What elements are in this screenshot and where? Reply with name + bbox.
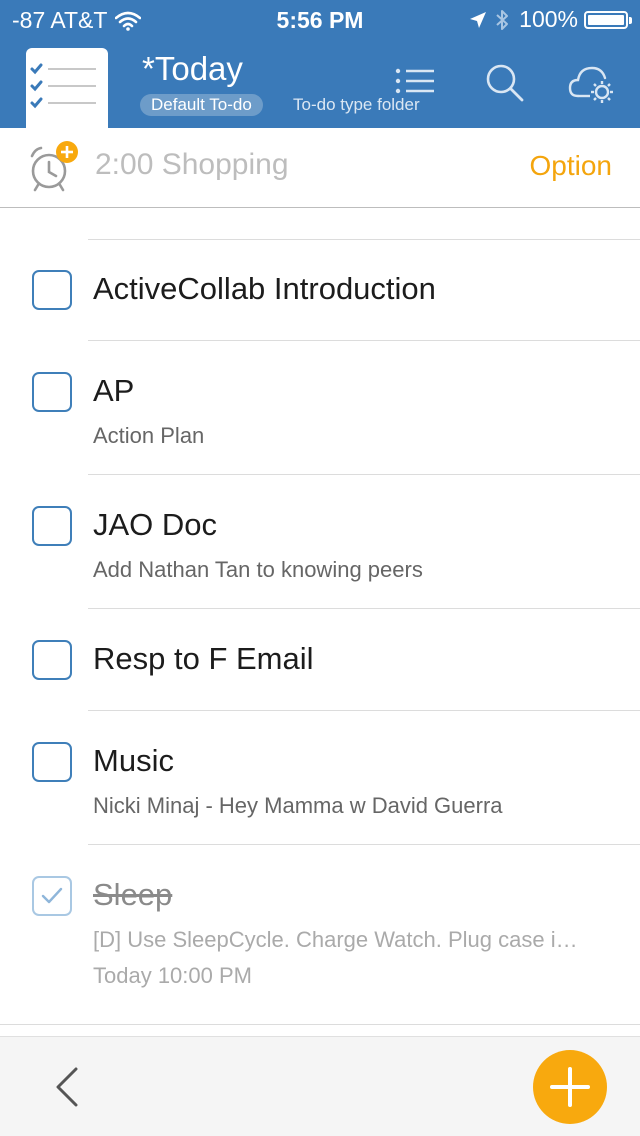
- task-row[interactable]: JAO Doc Add Nathan Tan to knowing peers: [0, 475, 640, 609]
- task-checkbox-checked[interactable]: [32, 876, 72, 916]
- search-icon[interactable]: [484, 62, 526, 109]
- back-chevron-icon[interactable]: [52, 1067, 82, 1112]
- status-bar: -87 AT&T 5:56 PM 100%: [0, 0, 640, 40]
- task-list[interactable]: ▔ ▔ ▔ ▔ ▔ ▔ ▔ ▔ ▔ ▔ ▔ ▔ ▔ ▔ ▔ ▔ ActiveCo…: [0, 208, 640, 1036]
- alarm-bar[interactable]: 2:00 Shopping Option: [0, 128, 640, 208]
- screen: -87 AT&T 5:56 PM 100% *Today Default To-…: [0, 0, 640, 1136]
- task-checkbox[interactable]: [32, 270, 72, 310]
- task-due-date: Today 10:00 PM: [93, 963, 252, 988]
- add-task-button[interactable]: [533, 1050, 607, 1124]
- row-divider: [0, 1024, 640, 1025]
- alarm-clock-add-icon[interactable]: [28, 140, 84, 201]
- status-right: 100%: [469, 6, 632, 33]
- task-checkbox[interactable]: [32, 372, 72, 412]
- battery-icon: [584, 10, 632, 29]
- folder-badge[interactable]: Default To-do: [140, 94, 263, 116]
- alarm-label: 2:00 Shopping: [95, 148, 289, 181]
- task-subtitle: Action Plan: [93, 423, 205, 448]
- app-header: *Today Default To-do To-do type folder: [0, 40, 640, 128]
- cloud-settings-icon[interactable]: [568, 62, 616, 111]
- battery-fill: [588, 14, 624, 25]
- task-title: Sleep: [93, 877, 173, 912]
- task-subtitle: Add Nathan Tan to knowing peers: [93, 557, 423, 582]
- bluetooth-icon: [495, 9, 509, 31]
- list-view-icon[interactable]: [394, 62, 436, 109]
- task-checkbox[interactable]: [32, 742, 72, 782]
- add-plus-icon: [533, 1050, 607, 1129]
- option-button[interactable]: Option: [530, 150, 613, 182]
- task-title: JAO Doc: [93, 507, 218, 542]
- task-row[interactable]: ActiveCollab Introduction: [0, 239, 640, 341]
- bottom-toolbar: [0, 1036, 640, 1136]
- task-title: ActiveCollab Introduction: [93, 271, 436, 306]
- task-title: Resp to F Email: [93, 641, 314, 676]
- task-row[interactable]: Music Nicki Minaj - Hey Mamma w David Gu…: [0, 711, 640, 845]
- task-title: AP: [93, 373, 135, 408]
- task-row[interactable]: Resp to F Email: [0, 609, 640, 711]
- page-title: *Today: [142, 50, 243, 87]
- task-title: Music: [93, 743, 174, 778]
- location-arrow-icon: [469, 11, 487, 29]
- battery-percent: 100%: [519, 6, 578, 32]
- checkmark-icon: [40, 884, 64, 913]
- task-checkbox[interactable]: [32, 640, 72, 680]
- task-row[interactable]: AP Action Plan: [0, 341, 640, 475]
- task-checkbox[interactable]: [32, 506, 72, 546]
- partial-row-text: ▔ ▔ ▔ ▔ ▔ ▔ ▔ ▔ ▔ ▔ ▔ ▔ ▔ ▔ ▔ ▔: [92, 208, 454, 220]
- app-logo-icon[interactable]: [26, 48, 108, 128]
- task-subtitle: Nicki Minaj - Hey Mamma w David Guerra: [93, 793, 503, 818]
- task-row-completed[interactable]: Sleep [D] Use SleepCycle. Charge Watch. …: [0, 845, 640, 1025]
- task-subtitle: [D] Use SleepCycle. Charge Watch. Plug c…: [93, 927, 578, 952]
- partial-row: ▔ ▔ ▔ ▔ ▔ ▔ ▔ ▔ ▔ ▔ ▔ ▔ ▔ ▔ ▔ ▔: [88, 208, 640, 240]
